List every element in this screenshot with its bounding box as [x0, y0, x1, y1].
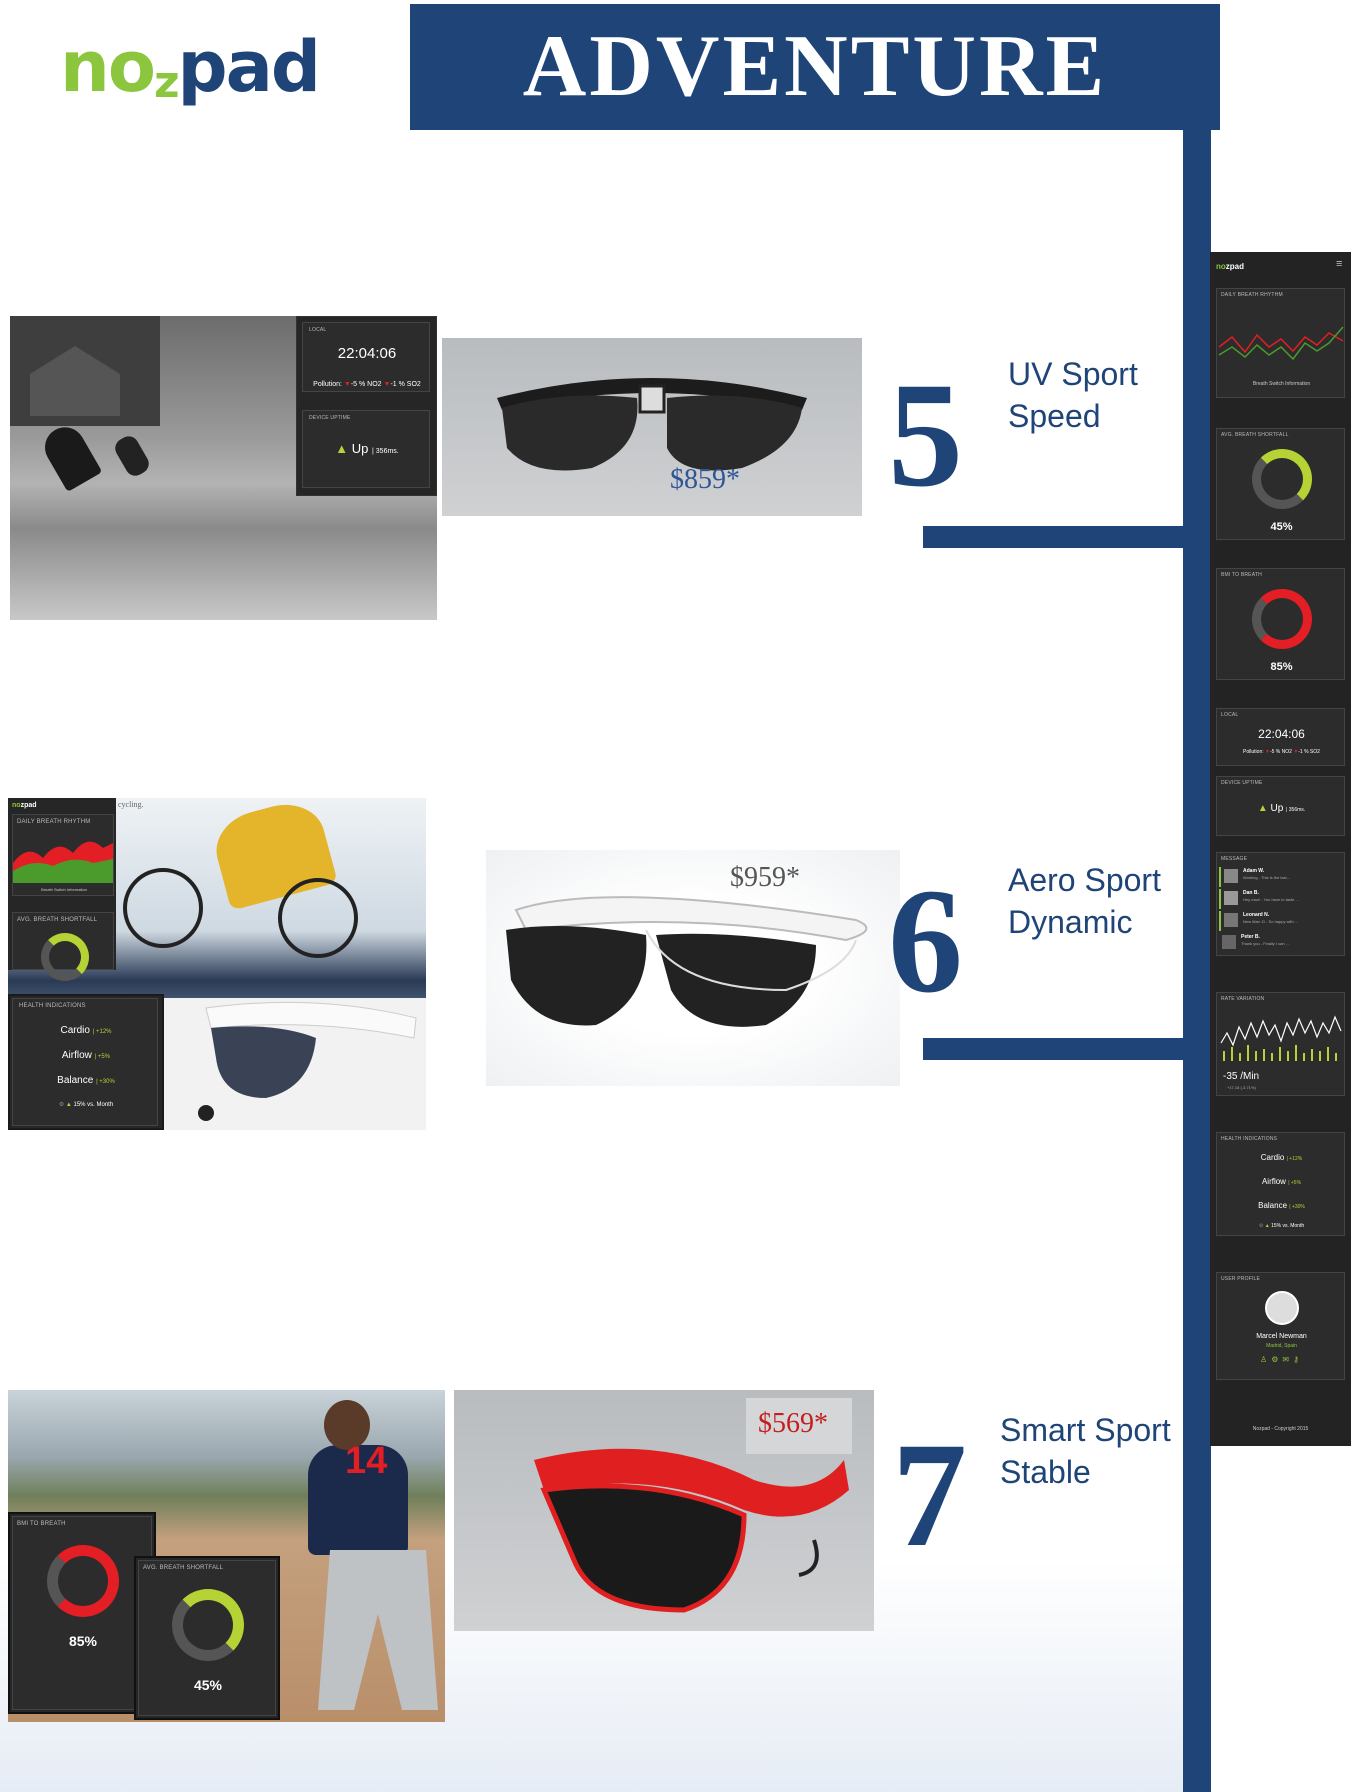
avatar [1222, 935, 1236, 949]
product-7-name: Smart Sport [1000, 1412, 1171, 1448]
bmi-ring [47, 1545, 119, 1617]
sunglasses-black-icon [497, 378, 807, 471]
price-5: $859* [670, 464, 740, 495]
uptime-card: DEVICE UPTIME ▲ Up | 356ms. [302, 410, 430, 488]
app-shortfall-ring [1252, 449, 1312, 509]
rate-variation-chart [1220, 1015, 1342, 1061]
product-5-name: UV Sport [1008, 356, 1138, 392]
message-item[interactable]: Peter B. Thank you - Finally I can ... [1219, 933, 1344, 953]
app-logo: nozpad [1216, 262, 1245, 271]
number-14: 14 [345, 1440, 388, 1482]
avatar [1224, 891, 1238, 905]
airflow-row: Airflow | +5% [61, 1050, 111, 1061]
number-6: 6 [888, 858, 963, 1024]
white-sunglasses-icon [506, 896, 868, 1027]
product-6-name: Aero Sport [1008, 862, 1161, 898]
logo-no: no [60, 26, 156, 108]
mail-icon[interactable]: ✉ [1282, 1355, 1293, 1364]
bmi-card: BMI TO BREATH 85% [12, 1516, 152, 1710]
app-breath-card: DAILY BREATH RHYTHM Breath Switch Inform… [1216, 288, 1345, 398]
mini-logo: nozpad [12, 802, 37, 809]
number-7: 7 [892, 1412, 967, 1578]
app-footer: Nozpad - Copyright 2015 [1252, 1426, 1309, 1432]
product-5-rule [923, 526, 1183, 548]
avatar [1224, 869, 1238, 883]
product-6-variant: Dynamic [1008, 904, 1133, 940]
shortfall-card: AVG. BREATH SHORTFALL 45% [138, 1560, 276, 1716]
app-rate-card: RATE VARIATION -35 /Min +17.18 (-3.71%) [1216, 992, 1345, 1096]
shortfall-percent: 45% [193, 1677, 223, 1693]
up-arrow-icon: ▲ [1257, 803, 1268, 814]
app-profile-card: USER PROFILE Marcel Newman Madrid, Spain… [1216, 1272, 1345, 1380]
trend-row: ⚙ ▲ 15% vs. Month [58, 1102, 114, 1108]
app-message-card: MESSAGE Adam W. Working - This is the la… [1216, 852, 1345, 956]
avatar [1265, 1291, 1299, 1325]
white-sunglasses-icon [198, 1001, 417, 1121]
product-7-variant: Stable [1000, 1454, 1091, 1490]
vertical-rule [1183, 130, 1211, 1792]
menu-icon[interactable]: ≡ [1336, 258, 1342, 270]
up-arrow-icon: ▲ [65, 1102, 72, 1108]
breath-line-chart [1218, 326, 1344, 361]
brand-logo: nozpad [60, 22, 380, 122]
mini-shortfall-ring [41, 933, 89, 981]
app-uptime-card: DEVICE UPTIME ▲ Up | 356ms. [1216, 776, 1345, 836]
phone-app-strip: nozpad ≡ DAILY BREATH RHYTHM Breath Swit… [1210, 252, 1351, 1446]
mini-breath-card: DAILY BREATH RHYTHM Breath Switch Inform… [12, 814, 114, 896]
up-arrow-icon: ▲ [335, 441, 349, 456]
local-time: 22:04:06 [337, 345, 397, 362]
profile-actions: ♙⚙✉⚷ [1217, 1355, 1346, 1364]
number-5: 5 [888, 352, 963, 518]
app-health-card: HEALTH INDICATIONS Cardio | +12% Airflow… [1216, 1132, 1345, 1236]
balance-row: Balance | +30% [57, 1075, 115, 1086]
pollution-row: Pollution: ▼-5 % NO2 ▼-1 % SO2 [313, 381, 421, 388]
cycling-caption: cycling. [118, 800, 144, 809]
price-6: $959* [730, 862, 800, 893]
up-arrow-icon: ▲ [1264, 1223, 1270, 1229]
avatar [1224, 913, 1238, 927]
message-item[interactable]: Dan B. Hey man! - You have to taste ... [1219, 889, 1344, 909]
product-6-rule [923, 1038, 1183, 1060]
mini-shortfall-card: AVG. BREATH SHORTFALL [12, 912, 114, 981]
app-bmi-ring [1252, 589, 1312, 649]
shortfall-ring [172, 1589, 244, 1661]
uptime-row: ▲ Up | 356ms. [335, 441, 399, 456]
app-bmi-card: BMI TO BREATH 85% [1216, 568, 1345, 680]
local-card: LOCAL 22:04:06 Pollution: ▼-5 % NO2 ▼-1 … [302, 322, 430, 392]
key-icon[interactable]: ⚷ [1293, 1355, 1303, 1364]
cardio-row: Cardio | +12% [60, 1025, 112, 1036]
user-icon[interactable]: ♙ [1260, 1355, 1271, 1364]
price-7: $569* [758, 1408, 828, 1439]
bmi-percent: 85% [68, 1633, 98, 1649]
app-local-card: LOCAL 22:04:06 Pollution: ▼-5 % NO2 ▼-1 … [1216, 708, 1345, 766]
gear-icon: ⚙ [58, 1102, 65, 1108]
local-label: LOCAL [309, 327, 327, 333]
logo-z: z [153, 57, 180, 108]
message-item[interactable]: Leonard N. New Man :D - So happy with ..… [1219, 911, 1344, 931]
down-arrow-icon: ▼ [343, 381, 351, 388]
health-inner: HEALTH INDICATIONS Cardio | +12% Airflow… [12, 998, 158, 1126]
message-item[interactable]: Adam W. Working - This is the last... [1219, 867, 1344, 887]
uptime-label: DEVICE UPTIME [309, 415, 351, 421]
breath-area-chart [13, 841, 113, 883]
logo-pad: pad [177, 26, 321, 108]
app-shortfall-card: AVG. BREATH SHORTFALL 45% [1216, 428, 1345, 540]
gear-icon: ⚙ [1258, 1223, 1264, 1229]
aero-sport-product-image [486, 850, 900, 1086]
page-title: ADVENTURE [522, 18, 1108, 115]
uv-sport-product-image: $859* [442, 338, 862, 516]
product-5-variant: Speed [1008, 398, 1101, 434]
gear-icon[interactable]: ⚙ [1271, 1355, 1282, 1364]
